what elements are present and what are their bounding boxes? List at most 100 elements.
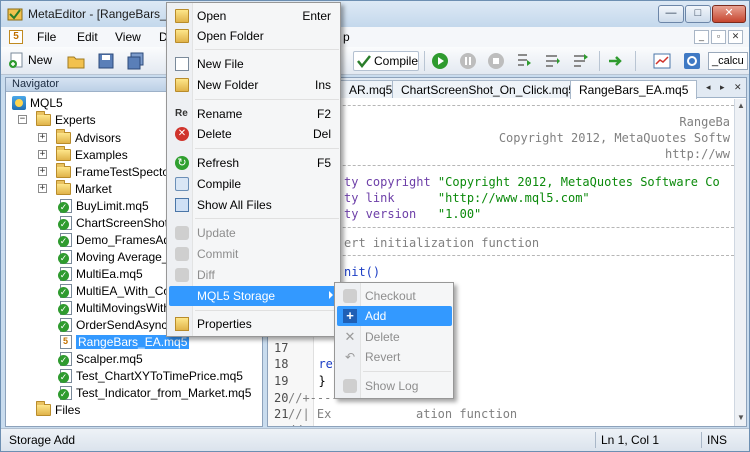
menu-open[interactable]: Open Enter (169, 6, 339, 26)
document-icon[interactable]: 5 (9, 30, 23, 44)
tree-node-file[interactable]: Moving Average_F (58, 248, 176, 265)
folder-icon (56, 162, 71, 178)
menu-refresh[interactable]: ↻ Refresh F5 (169, 153, 339, 173)
tree-node-file[interactable]: BuyLimit.mq5 (58, 197, 149, 214)
tree-node-folder[interactable]: Examples (56, 145, 128, 163)
tab-chartscreenshot[interactable]: ChartScreenShot_On_Click.mq5 (392, 80, 585, 98)
maximize-button[interactable]: □ (685, 5, 711, 23)
tree-node-experts[interactable]: Experts (36, 110, 96, 128)
tree-node-file[interactable]: MultiEA_With_Col (58, 282, 173, 299)
menu-separator (195, 218, 339, 219)
code-line: nit() (344, 265, 381, 279)
save-all-icon[interactable] (127, 52, 145, 70)
mdi-restore-icon[interactable]: ▫ (711, 30, 726, 44)
tab-rangebars[interactable]: RangeBars_EA.mq5 (570, 80, 698, 99)
go-to-icon[interactable] (607, 52, 625, 70)
compiled-file-icon (58, 283, 72, 298)
show-log-icon (343, 379, 357, 393)
step-out-icon[interactable] (571, 52, 589, 70)
comment-divider (288, 165, 734, 166)
menu-new-file[interactable]: New File (169, 54, 339, 74)
submenu-add[interactable]: + Add (337, 306, 452, 326)
compiled-file-icon (58, 300, 72, 315)
options-gear-icon[interactable] (683, 52, 701, 70)
tree-node-file[interactable]: Test_Indicator_from_Market.mq5 (58, 384, 251, 401)
scroll-up-icon[interactable]: ▲ (736, 101, 746, 111)
step-into-icon[interactable] (515, 52, 533, 70)
code-line: ty link "http://www.mql5.com" (344, 191, 590, 205)
submenu-show-log[interactable]: Show Log (337, 376, 452, 396)
menu-separator (195, 49, 339, 50)
menu-open-folder[interactable]: Open Folder (169, 26, 339, 46)
tab-scroll-right-icon[interactable]: ▸ (720, 82, 725, 93)
expand-icon[interactable]: + (38, 184, 47, 193)
menu-properties[interactable]: Properties (169, 314, 339, 334)
tree-node-file[interactable]: ChartScreenShot_C (58, 214, 183, 231)
scroll-down-icon[interactable]: ▼ (736, 413, 746, 423)
tab-scroll-left-icon[interactable]: ◂ (706, 82, 711, 93)
compile-icon (357, 54, 371, 69)
editor-vertical-scrollbar[interactable]: ▲ ▼ (734, 99, 746, 426)
menu-commit[interactable]: Commit (169, 244, 339, 264)
menu-rename[interactable]: Re Rename F2 (169, 104, 339, 124)
title-bar: MetaEditor - [RangeBars_EA — □ ✕ (1, 1, 749, 27)
folder-icon (56, 128, 71, 144)
tree-node-file[interactable]: Test_ChartXYToTimePrice.mq5 (58, 367, 243, 384)
delete-icon: ✕ (175, 127, 189, 141)
menu-delete[interactable]: ✕ Delete Del (169, 124, 339, 144)
status-message: Storage Add (9, 433, 76, 447)
compile-button[interactable]: Compile (353, 51, 419, 71)
save-icon[interactable] (97, 52, 115, 70)
compiled-file-icon (58, 368, 72, 383)
compiled-file-icon (58, 317, 72, 332)
terminal-icon[interactable] (653, 52, 671, 70)
submenu-revert[interactable]: ↶ Revert (337, 347, 452, 367)
expand-icon[interactable]: + (38, 167, 47, 176)
menu-view[interactable]: View (109, 29, 147, 45)
new-button[interactable]: New (9, 52, 52, 68)
code-line: ty version "1.00" (344, 207, 482, 221)
step-over-icon[interactable] (543, 52, 561, 70)
menu-new-folder[interactable]: New Folder Ins (169, 75, 339, 95)
tree-node-file[interactable]: MultiMovingsWith (58, 299, 170, 316)
collapse-icon[interactable]: − (18, 115, 27, 124)
minimize-button[interactable]: — (658, 5, 684, 23)
open-folder-icon[interactable] (67, 52, 85, 70)
expand-icon[interactable]: + (38, 150, 47, 159)
menu-update[interactable]: Update (169, 223, 339, 243)
tree-node-folder[interactable]: Market (56, 179, 112, 197)
menu-mql5-storage[interactable]: MQL5 Storage (169, 286, 339, 306)
tree-node-file[interactable]: Demo_FramesAdd (58, 231, 177, 248)
tree-node-file[interactable]: OrderSendAsync_D (58, 316, 183, 333)
stop-icon[interactable] (487, 52, 505, 70)
folder-icon (56, 145, 71, 161)
function-search-input[interactable]: _calcu (708, 52, 748, 70)
new-folder-icon (175, 78, 189, 92)
line-number: 21 (274, 407, 289, 421)
tree-node-folder[interactable]: Advisors (56, 128, 121, 146)
mdi-minimize-icon[interactable]: _ (694, 30, 709, 44)
menu-show-all-files[interactable]: Show All Files (169, 195, 339, 215)
tree-node-mql5[interactable]: MQL5 (12, 94, 63, 111)
tree-node-file[interactable]: Scalper.mq5 (58, 350, 143, 367)
mdi-close-icon[interactable]: ✕ (728, 30, 743, 44)
rename-icon: Re (175, 108, 188, 119)
close-button[interactable]: ✕ (712, 5, 746, 23)
status-separator (701, 432, 702, 448)
code-line: RangeBa (679, 115, 730, 129)
expand-icon[interactable]: + (38, 133, 47, 142)
tab-close-icon[interactable]: ✕ (734, 82, 742, 93)
start-debug-icon[interactable] (431, 52, 449, 70)
submenu-checkout[interactable]: Checkout (337, 286, 452, 306)
window-title: MetaEditor - [RangeBars_EA (28, 7, 183, 21)
tree-node-files[interactable]: Files (36, 400, 80, 418)
menu-diff[interactable]: Diff (169, 265, 339, 285)
tree-node-folder[interactable]: FrameTestSpectog (56, 162, 176, 180)
submenu-delete[interactable]: ✕ Delete (337, 327, 452, 347)
pause-icon[interactable] (459, 52, 477, 70)
menu-edit[interactable]: Edit (71, 29, 104, 45)
menu-file[interactable]: File (31, 29, 62, 45)
menu-compile[interactable]: Compile (169, 174, 339, 194)
new-document-icon (9, 52, 25, 68)
tree-node-file[interactable]: MultiEa.mq5 (58, 265, 143, 282)
